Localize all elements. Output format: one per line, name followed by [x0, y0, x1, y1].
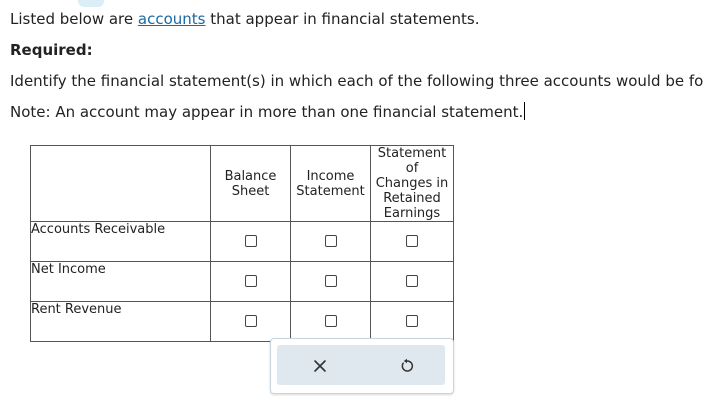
- cell: [290, 261, 371, 302]
- required-label: Required:: [10, 41, 93, 59]
- checkbox-retained-earnings[interactable]: [406, 234, 418, 247]
- intro-after-link: that appear in financial statements.: [205, 10, 480, 28]
- clear-button[interactable]: [311, 357, 329, 375]
- cell: [370, 261, 454, 302]
- close-icon: [314, 360, 326, 372]
- cell: [370, 301, 454, 342]
- cell: [370, 221, 454, 262]
- table-row: Net Income: [30, 261, 454, 302]
- header-blank: [30, 145, 211, 222]
- cell: [290, 301, 371, 342]
- note-line: Note: An account may appear in more than…: [10, 102, 526, 122]
- header-line: Statement: [296, 183, 365, 199]
- statement-table: Balance Sheet Income Statement Statement…: [30, 145, 454, 342]
- table-row: Accounts Receivable: [30, 221, 454, 262]
- col-retained-earnings: Statement of Changes in Retained Earning…: [370, 145, 454, 222]
- intro-before-link: Listed below are: [10, 10, 138, 28]
- checkbox-income-statement[interactable]: [324, 314, 337, 327]
- text-cursor: [524, 102, 526, 120]
- cell: [210, 221, 291, 262]
- checkbox-income-statement[interactable]: [324, 274, 337, 287]
- accounts-link[interactable]: accounts: [138, 10, 206, 28]
- header-line: Balance: [224, 168, 277, 184]
- row-label-accounts-receivable: Accounts Receivable: [30, 221, 211, 262]
- header-line: Retained: [383, 191, 441, 206]
- reset-button[interactable]: [398, 357, 416, 375]
- header-row: Balance Sheet Income Statement Statement…: [30, 145, 454, 222]
- row-label-net-income: Net Income: [30, 261, 211, 302]
- tab-indicator: [78, 0, 104, 7]
- header-line: Statement of: [377, 146, 447, 176]
- note-text: Note: An account may appear in more than…: [10, 103, 524, 121]
- table-row: Rent Revenue: [30, 301, 454, 342]
- cell: [290, 221, 371, 262]
- checkbox-income-statement[interactable]: [324, 234, 337, 247]
- cell: [210, 301, 291, 342]
- checkbox-balance-sheet[interactable]: [244, 274, 257, 287]
- instruction-text: Identify the financial statement(s) in w…: [10, 72, 704, 90]
- row-label-rent-revenue: Rent Revenue: [30, 301, 211, 342]
- reset-icon: [401, 358, 414, 372]
- checkbox-retained-earnings[interactable]: [406, 274, 418, 287]
- col-balance-sheet: Balance Sheet: [210, 145, 291, 222]
- header-line: Changes in: [375, 176, 449, 191]
- cell: [210, 261, 291, 302]
- col-income-statement: Income Statement: [290, 145, 371, 222]
- checkbox-balance-sheet[interactable]: [244, 234, 257, 247]
- intro-text: Listed below are accounts that appear in…: [10, 9, 480, 29]
- header-line: Income: [306, 168, 355, 184]
- checkbox-balance-sheet[interactable]: [244, 314, 257, 327]
- button-bar: [277, 345, 445, 385]
- header-line: Sheet: [231, 183, 270, 199]
- answer-controls: [270, 338, 454, 394]
- header-line: Earnings: [383, 206, 441, 221]
- checkbox-retained-earnings[interactable]: [406, 314, 418, 327]
